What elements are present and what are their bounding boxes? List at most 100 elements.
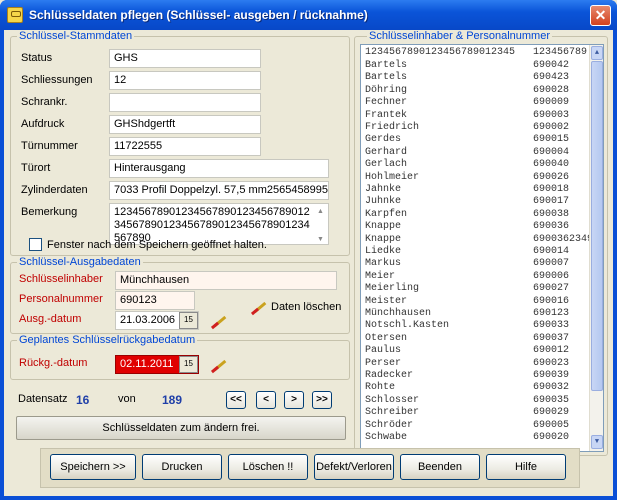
list-item-name: Otersen <box>365 332 408 344</box>
tuernummer-label: Türnummer <box>21 140 78 152</box>
datensatz-label: Datensatz <box>18 393 68 405</box>
close-button[interactable]: ✕ <box>590 5 611 26</box>
list-scrollbar[interactable]: ▲ ▼ <box>589 45 603 451</box>
print-button[interactable]: Drucken <box>142 454 222 480</box>
list-item-name: Karpfen <box>365 208 408 220</box>
inhaber-field[interactable]: Münchhausen <box>115 271 337 290</box>
ausgabe-legend: Schlüssel-Ausgabedaten <box>17 256 143 268</box>
defekt-button[interactable]: Defekt/Verloren <box>314 454 394 480</box>
list-item-number: 690123 <box>533 308 570 319</box>
list-item-name: Schreiber <box>365 407 420 419</box>
schliessungen-field[interactable]: 12 <box>109 71 261 90</box>
title-bar[interactable]: Schlüsseldaten pflegen (Schlüssel- ausge… <box>0 0 617 30</box>
list-item-number: 690004 <box>533 146 570 158</box>
inhaber-label: Schlüsselinhaber <box>19 273 103 285</box>
keep-open-label[interactable]: Fenster nach dem Speichern geöffnet halt… <box>47 239 267 251</box>
ausg-datum-value: 21.03.2006 <box>120 314 176 326</box>
list-item-name: Friedrich <box>365 122 420 133</box>
delete-button[interactable]: Löschen !! <box>228 454 308 480</box>
list-item-name: Markus <box>365 258 402 270</box>
scroll-down-icon: ▼ <box>317 236 324 243</box>
zylinder-label: Zylinderdaten <box>21 184 88 196</box>
window-title: Schlüsseldaten pflegen (Schlüssel- ausge… <box>29 8 368 22</box>
schliessungen-label: Schliessungen <box>21 74 93 86</box>
list-item-number: 690035 <box>533 394 570 406</box>
list-item-name: Notschl.Kasten <box>365 320 450 332</box>
help-button[interactable]: Hilfe <box>486 454 566 480</box>
list-item-number: 690012 <box>533 345 570 357</box>
delete-pen-icon[interactable] <box>251 299 269 315</box>
daten-loeschen-label[interactable]: Daten löschen <box>271 301 341 313</box>
aufdruck-field[interactable]: GHShdgertft <box>109 115 261 134</box>
list-item-number: 690039 <box>533 370 570 381</box>
last-record-button[interactable]: >> <box>312 391 332 409</box>
list-item-name: Knappe <box>365 233 402 245</box>
list-item-name: Schröder <box>365 419 414 431</box>
ausg-datum-label: Ausg.-datum <box>19 313 82 325</box>
list-legend: Schlüsselinhaber & Personalnummer <box>367 30 552 42</box>
rueckg-pen-icon[interactable] <box>211 357 229 373</box>
list-item-number: 690015 <box>533 134 570 146</box>
stammdaten-legend: Schlüssel-Stammdaten <box>17 30 135 42</box>
list-item-name: Rohte <box>365 382 396 394</box>
status-label: Status <box>21 52 53 64</box>
app-window: Schlüsseldaten pflegen (Schlüssel- ausge… <box>0 0 617 500</box>
rueckg-datum-value: 02.11.2011 <box>120 358 174 370</box>
von-label: von <box>118 393 136 405</box>
list-item-name: Münchhausen <box>365 308 432 319</box>
rueckg-calendar-icon[interactable]: 15 <box>179 356 198 373</box>
list-item-name: Paulus <box>365 345 402 357</box>
next-record-button[interactable]: > <box>284 391 304 409</box>
freigabe-button[interactable]: Schlüsseldaten zum ändern frei. <box>16 416 346 440</box>
list-item-name: Gerlach <box>365 159 408 171</box>
bemerkung-scrollbar[interactable]: ▲ ▼ <box>316 205 327 243</box>
list-item-name: Frantek <box>365 109 408 121</box>
list-item-number: 690036 <box>533 221 570 233</box>
list-item-name: Juhnke <box>365 196 402 208</box>
status-field[interactable]: GHS <box>109 49 261 68</box>
list-item-number: 690037 <box>533 332 570 344</box>
list-item-number: 690023 <box>533 357 570 369</box>
tuerort-label: Türort <box>21 162 51 174</box>
client-area: Schlüssel-Stammdaten Status GHS Schliess… <box>4 30 613 496</box>
scroll-up-arrow-icon[interactable]: ▲ <box>591 46 603 60</box>
list-item-name: Knappe <box>365 221 402 233</box>
list-item-name: Meister <box>365 295 408 307</box>
list-item-number: 690018 <box>533 184 570 195</box>
beenden-button[interactable]: Beenden <box>400 454 480 480</box>
key-app-icon <box>7 7 23 23</box>
tuerort-field[interactable]: Hinterausgang <box>109 159 329 178</box>
list-item-name: Bartels <box>365 60 408 71</box>
list-item-number: 690003 <box>533 109 570 121</box>
tuernummer-field[interactable]: 11722555 <box>109 137 261 156</box>
list-item-number: 690020 <box>533 432 570 443</box>
ausg-calendar-icon[interactable]: 15 <box>179 312 198 329</box>
list-item-number: 690040 <box>533 159 570 171</box>
first-record-button[interactable]: << <box>226 391 246 409</box>
list-item-number: 690006 <box>533 270 570 282</box>
list-item-name: Radecker <box>365 370 414 381</box>
list-item-number: 690009 <box>533 97 570 109</box>
ausg-pen-icon[interactable] <box>211 313 229 329</box>
list-item-name: Gerdes <box>365 134 402 146</box>
rueckgabe-group: Geplantes Schlüsselrückgabedatum Rückg.-… <box>10 334 350 380</box>
personalnummer-field[interactable]: 690123 <box>115 291 195 310</box>
keep-open-checkbox[interactable] <box>29 238 42 251</box>
inhaber-list[interactable]: 1234567890123456789012345 123456789 Bart… <box>360 44 604 452</box>
scroll-down-arrow-icon[interactable]: ▼ <box>591 435 603 449</box>
scroll-thumb[interactable] <box>591 61 603 391</box>
list-item-number: 690026 <box>533 171 570 183</box>
list-item-name: Fechner <box>365 97 408 109</box>
ausgabe-group: Schlüssel-Ausgabedaten Schlüsselinhaber … <box>10 256 350 334</box>
list-item-name: Liedke <box>365 246 402 257</box>
save-button[interactable]: Speichern >> <box>50 454 136 480</box>
list-item-name: Bartels <box>365 72 408 84</box>
list-item-number: 690038 <box>533 208 570 220</box>
rueckgabe-legend: Geplantes Schlüsselrückgabedatum <box>17 334 198 346</box>
schrank-field[interactable] <box>109 93 261 112</box>
schrank-label: Schrankr. <box>21 96 68 108</box>
prev-record-button[interactable]: < <box>256 391 276 409</box>
datensatz-current: 16 <box>76 393 90 407</box>
zylinder-field[interactable]: 7033 Profil Doppelzyl. 57,5 mm2565458995 <box>109 181 329 200</box>
scroll-up-icon: ▲ <box>317 208 324 215</box>
